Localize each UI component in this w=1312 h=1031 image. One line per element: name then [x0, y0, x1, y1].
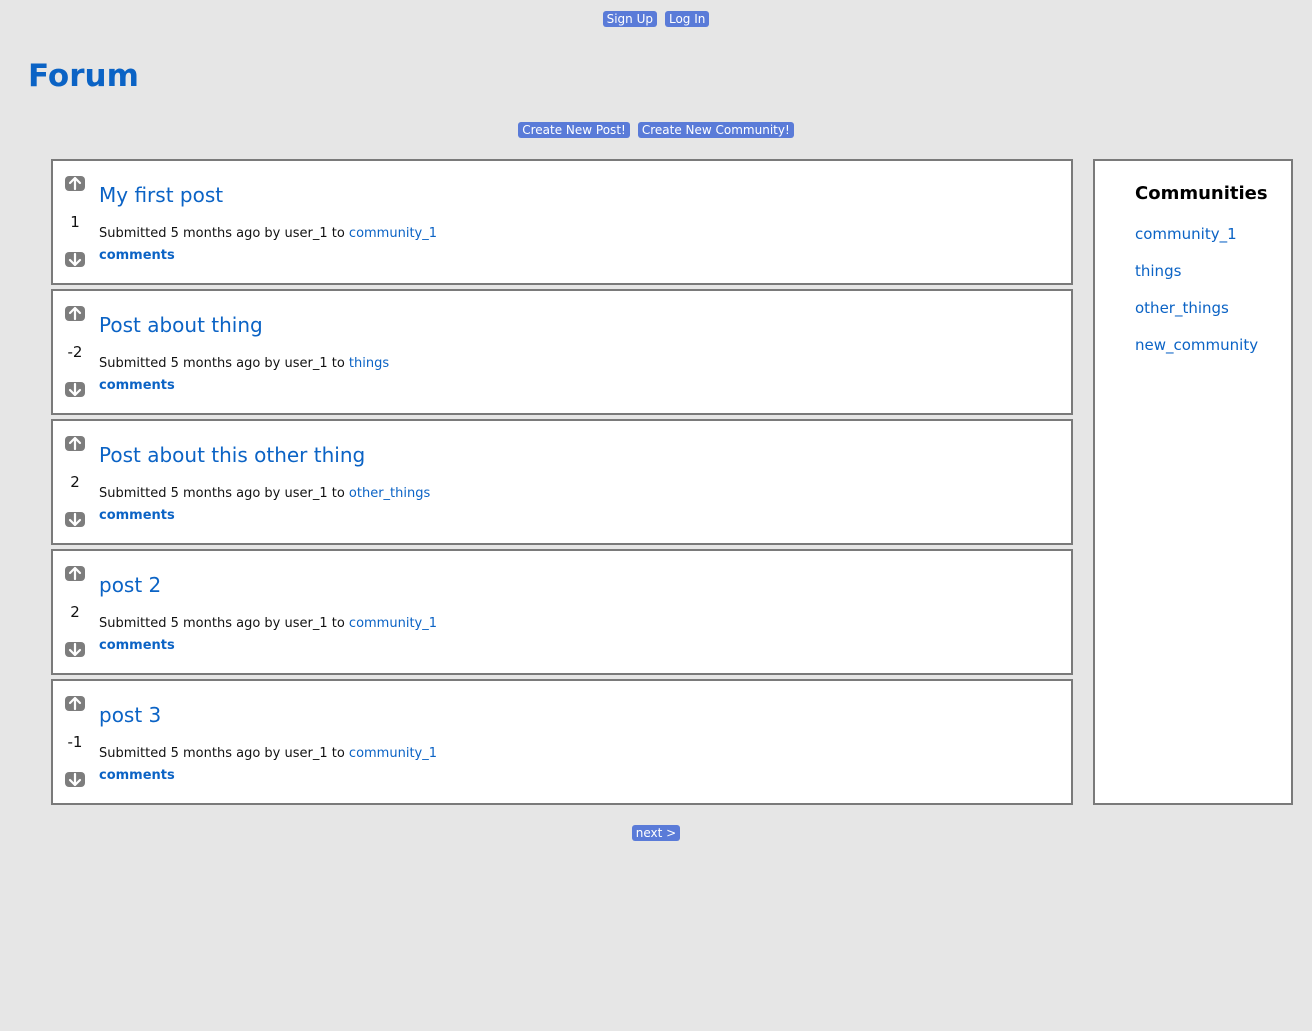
communities-sidebar: Communities community_1 things other_thi…: [1093, 159, 1293, 805]
post-score: 2: [70, 603, 80, 621]
post-submitted-text: Submitted 5 months ago by user_1 to: [99, 616, 349, 631]
downvote-button[interactable]: [65, 382, 85, 397]
page-title: Forum: [28, 58, 139, 94]
post-card: -2 Post about thing Submitted 5 months a…: [51, 289, 1073, 415]
arrow-down-icon: [68, 642, 82, 657]
post-meta: Submitted 5 months ago by user_1 to comm…: [99, 616, 437, 631]
post-submitted-text: Submitted 5 months ago by user_1 to: [99, 746, 349, 761]
post-title-link[interactable]: Post about thing: [99, 313, 263, 337]
post-meta: Submitted 5 months ago by user_1 to comm…: [99, 746, 437, 761]
post-title-link[interactable]: My first post: [99, 183, 223, 207]
comments-link[interactable]: comments: [99, 248, 175, 263]
post-title-link[interactable]: post 3: [99, 703, 161, 727]
post-community-link[interactable]: other_things: [349, 486, 430, 501]
upvote-button[interactable]: [65, 566, 85, 581]
post-submitted-text: Submitted 5 months ago by user_1 to: [99, 486, 349, 501]
downvote-button[interactable]: [65, 772, 85, 787]
log-in-button[interactable]: Log In: [664, 11, 710, 27]
upvote-button[interactable]: [65, 176, 85, 191]
upvote-button[interactable]: [65, 436, 85, 451]
sidebar-heading: Communities: [1135, 183, 1268, 204]
post-title-link[interactable]: post 2: [99, 573, 161, 597]
downvote-button[interactable]: [65, 642, 85, 657]
comments-link[interactable]: comments: [99, 768, 175, 783]
downvote-button[interactable]: [65, 252, 85, 267]
arrow-up-icon: [68, 696, 82, 711]
arrow-up-icon: [68, 176, 82, 191]
sidebar-item-things[interactable]: things: [1135, 262, 1181, 280]
auth-bar: Sign Up Log In: [0, 11, 1312, 27]
arrow-down-icon: [68, 252, 82, 267]
create-post-button[interactable]: Create New Post!: [518, 122, 630, 138]
comments-link[interactable]: comments: [99, 638, 175, 653]
arrow-up-icon: [68, 436, 82, 451]
post-card: 1 My first post Submitted 5 months ago b…: [51, 159, 1073, 285]
post-community-link[interactable]: community_1: [349, 226, 437, 241]
post-score: 1: [70, 213, 80, 231]
sidebar-item-new-community[interactable]: new_community: [1135, 336, 1258, 354]
upvote-button[interactable]: [65, 306, 85, 321]
post-community-link[interactable]: community_1: [349, 616, 437, 631]
sidebar-item-community-1[interactable]: community_1: [1135, 225, 1237, 243]
post-submitted-text: Submitted 5 months ago by user_1 to: [99, 356, 349, 371]
post-community-link[interactable]: things: [349, 356, 389, 371]
arrow-up-icon: [68, 306, 82, 321]
sign-up-button[interactable]: Sign Up: [602, 11, 657, 27]
post-score: -1: [67, 733, 83, 751]
arrow-up-icon: [68, 566, 82, 581]
post-title-link[interactable]: Post about this other thing: [99, 443, 365, 467]
sidebar-item-other-things[interactable]: other_things: [1135, 299, 1229, 317]
post-card: 2 Post about this other thing Submitted …: [51, 419, 1073, 545]
create-actions: Create New Post! Create New Community!: [0, 122, 1312, 138]
downvote-button[interactable]: [65, 512, 85, 527]
post-meta: Submitted 5 months ago by user_1 to thin…: [99, 356, 389, 371]
post-submitted-text: Submitted 5 months ago by user_1 to: [99, 226, 349, 241]
post-meta: Submitted 5 months ago by user_1 to othe…: [99, 486, 430, 501]
post-card: 2 post 2 Submitted 5 months ago by user_…: [51, 549, 1073, 675]
next-page-button[interactable]: next >: [631, 825, 681, 841]
create-community-button[interactable]: Create New Community!: [637, 122, 794, 138]
post-meta: Submitted 5 months ago by user_1 to comm…: [99, 226, 437, 241]
upvote-button[interactable]: [65, 696, 85, 711]
arrow-down-icon: [68, 382, 82, 397]
pagination: next >: [0, 825, 1312, 841]
comments-link[interactable]: comments: [99, 508, 175, 523]
post-community-link[interactable]: community_1: [349, 746, 437, 761]
comments-link[interactable]: comments: [99, 378, 175, 393]
post-score: 2: [70, 473, 80, 491]
post-score: -2: [67, 343, 83, 361]
post-card: -1 post 3 Submitted 5 months ago by user…: [51, 679, 1073, 805]
arrow-down-icon: [68, 772, 82, 787]
arrow-down-icon: [68, 512, 82, 527]
